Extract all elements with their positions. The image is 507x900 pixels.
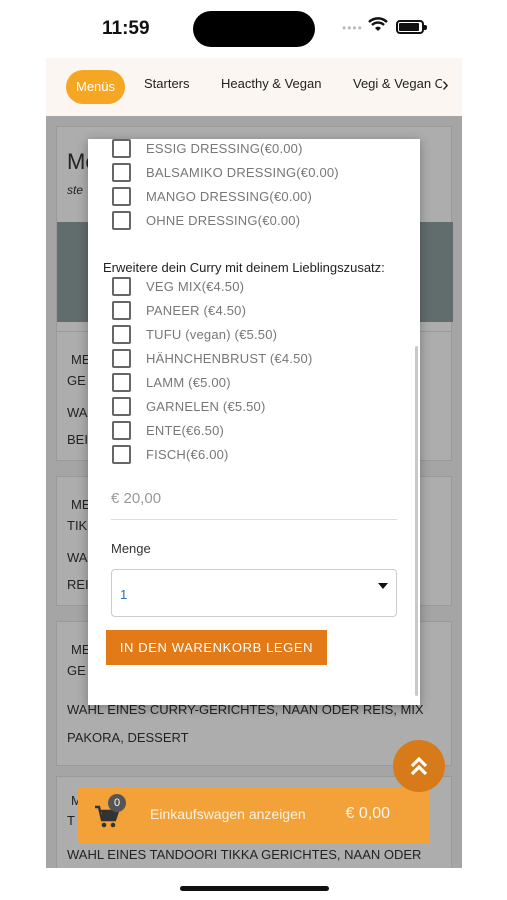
checkbox[interactable]: [112, 187, 131, 206]
home-indicator[interactable]: [180, 886, 329, 891]
caret-down-icon: [378, 583, 388, 589]
checkbox[interactable]: [112, 349, 131, 368]
option-label: FISCH(€6.00): [146, 447, 229, 462]
checkbox[interactable]: [112, 421, 131, 440]
category-tabs: Menüs Starters Heacthy & Vegan Vegi & Ve…: [46, 58, 462, 116]
option-label: OHNE DRESSING(€0.00): [146, 213, 301, 228]
option-label: PANEER (€4.50): [146, 303, 247, 318]
option-label: VEG MIX(€4.50): [146, 279, 245, 294]
view-cart-button[interactable]: 0 Einkaufswagen anzeigen € 0,00: [78, 787, 430, 844]
add-to-cart-button[interactable]: IN DEN WARENKORB LEGEN: [106, 630, 327, 665]
double-chevron-up-icon: [410, 756, 428, 776]
scrollbar[interactable]: [415, 346, 418, 696]
tab-menus[interactable]: Menüs: [66, 70, 126, 104]
divider: [111, 519, 397, 520]
tab-healthy-vegan[interactable]: Heacthy & Vegan: [221, 76, 321, 91]
signal-icon: ••••: [342, 21, 363, 35]
quantity-label: Menge: [111, 541, 151, 556]
dynamic-island: [193, 11, 315, 47]
quantity-value: 1: [120, 587, 128, 602]
option-label: MANGO DRESSING(€0.00): [146, 189, 313, 204]
checkbox[interactable]: [112, 277, 131, 296]
battery-icon: [396, 20, 427, 34]
option-label: TUFU (vegan) (€5.50): [146, 327, 278, 342]
checkbox[interactable]: [112, 373, 131, 392]
checkbox[interactable]: [112, 445, 131, 464]
product-price: € 20,00: [111, 490, 162, 507]
checkbox[interactable]: [112, 397, 131, 416]
option-label: ESSIG DRESSING(€0.00): [146, 141, 303, 156]
status-bar: 11:59 ••••: [0, 0, 507, 58]
cart-count-badge: 0: [108, 794, 126, 812]
extras-section-title: Erweitere dein Curry mit deinem Liebling…: [103, 260, 385, 275]
quantity-select[interactable]: 1: [111, 569, 397, 617]
checkbox[interactable]: [112, 163, 131, 182]
checkbox[interactable]: [112, 301, 131, 320]
tab-starters[interactable]: Starters: [144, 76, 190, 91]
chevron-right-icon[interactable]: ›: [442, 74, 456, 97]
option-label: GARNELEN (€5.50): [146, 399, 266, 414]
product-options-dialog: ESSIG DRESSING(€0.00) BALSAMIKO DRESSING…: [88, 139, 420, 705]
option-label: LAMM (€5.00): [146, 375, 231, 390]
status-time: 11:59: [102, 18, 150, 39]
tab-vegi-vegan[interactable]: Vegi & Vegan C: [353, 76, 444, 91]
checkbox[interactable]: [112, 139, 131, 158]
option-label: BALSAMIKO DRESSING(€0.00): [146, 165, 339, 180]
option-label: HÄHNCHENBRUST (€4.50): [146, 351, 313, 366]
wifi-icon: [368, 17, 388, 31]
cart-total: € 0,00: [345, 805, 390, 822]
checkbox[interactable]: [112, 211, 131, 230]
scroll-top-button[interactable]: [393, 740, 445, 792]
cart-label: Einkaufswagen anzeigen: [150, 806, 306, 822]
checkbox[interactable]: [112, 325, 131, 344]
option-label: ENTE(€6.50): [146, 423, 225, 438]
